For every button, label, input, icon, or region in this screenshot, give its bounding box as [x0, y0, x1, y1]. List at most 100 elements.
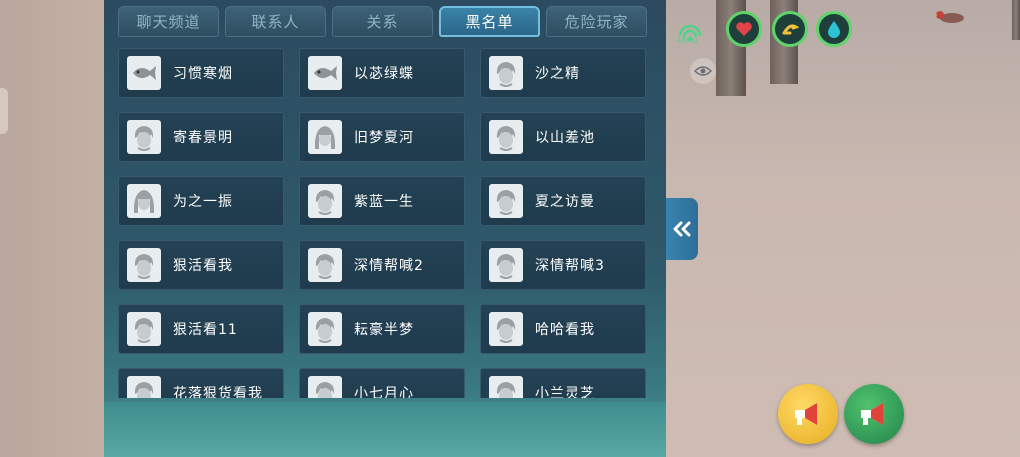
- player-name: 紫蓝一生: [354, 194, 414, 210]
- collapse-panel-button[interactable]: [666, 198, 698, 260]
- blacklist-entry[interactable]: 为之一振: [118, 176, 284, 226]
- tab-blacklist[interactable]: 黑名单: [439, 6, 540, 37]
- blacklist-entry[interactable]: 狠活看我: [118, 240, 284, 290]
- fish-avatar-icon: [314, 66, 337, 80]
- blacklist-entry[interactable]: 习惯寒烟: [118, 48, 284, 98]
- player-name: 为之一振: [173, 194, 233, 210]
- player-name: 旧梦夏河: [354, 130, 414, 146]
- heart-icon: [736, 22, 752, 36]
- blacklist-entry[interactable]: 小七月心: [299, 368, 465, 398]
- blacklist-entry[interactable]: 花落狠货看我: [118, 368, 284, 398]
- tab-chat-channel[interactable]: 聊天频道: [118, 6, 219, 37]
- player-name: 习惯寒烟: [173, 66, 233, 82]
- blacklist-entry[interactable]: 寄春景明: [118, 112, 284, 162]
- player-name: 以苾绿蝶: [354, 66, 414, 82]
- avatar: [489, 312, 523, 346]
- player-name: 以山差池: [535, 130, 595, 146]
- bird-icon: [934, 11, 964, 23]
- avatar: [489, 56, 523, 90]
- megaphone-green-icon: [861, 403, 883, 425]
- avatar: [489, 184, 523, 218]
- blacklist-entry[interactable]: 以山差池: [480, 112, 646, 162]
- boy-avatar-icon: [315, 190, 335, 215]
- tab-bar: 聊天频道 联系人 关系 黑名单 危险玩家: [118, 6, 647, 37]
- boy-avatar-icon: [134, 126, 154, 151]
- blacklist-entry[interactable]: 深情帮喊2: [299, 240, 465, 290]
- avatar: [308, 120, 342, 154]
- blacklist-list[interactable]: 习惯寒烟 以苾绿蝶 沙之精 寄春景明 旧梦夏河 以山差池 为之一振 紫蓝一生 夏…: [118, 46, 650, 398]
- player-name: 沙之精: [535, 66, 580, 82]
- blacklist-entry[interactable]: 夏之访曼: [480, 176, 646, 226]
- avatar: [127, 376, 161, 398]
- avatar: [308, 376, 342, 398]
- stamina-status[interactable]: [772, 11, 808, 47]
- player-name: 深情帮喊2: [354, 258, 424, 274]
- blacklist-entry[interactable]: 耘豪半梦: [299, 304, 465, 354]
- blacklist-entry[interactable]: 小兰灵芝: [480, 368, 646, 398]
- avatar: [127, 56, 161, 90]
- boy-avatar-icon: [496, 62, 516, 87]
- boy-avatar-icon: [134, 382, 154, 398]
- avatar: [308, 248, 342, 282]
- blacklist-entry[interactable]: 深情帮喊3: [480, 240, 646, 290]
- player-name: 夏之访曼: [535, 194, 595, 210]
- blacklist-entry[interactable]: 哈哈看我: [480, 304, 646, 354]
- megaphone-green-button[interactable]: [844, 384, 904, 444]
- megaphone-yellow-button[interactable]: [778, 384, 838, 444]
- boy-avatar-icon: [315, 382, 335, 398]
- player-name: 深情帮喊3: [535, 258, 605, 274]
- blacklist-entry[interactable]: 狠活看11: [118, 304, 284, 354]
- avatar: [308, 184, 342, 218]
- boy-avatar-icon: [134, 254, 154, 279]
- player-name: 小七月心: [354, 386, 414, 398]
- social-panel: 聊天频道 联系人 关系 黑名单 危险玩家 习惯寒烟 以苾绿蝶 沙之精 寄春景明 …: [104, 0, 666, 457]
- tab-dangerous-players[interactable]: 危险玩家: [546, 6, 647, 37]
- boy-avatar-icon: [496, 382, 516, 398]
- boy-avatar-icon: [315, 254, 335, 279]
- boy-avatar-icon: [496, 190, 516, 215]
- girl-avatar-icon: [133, 190, 155, 213]
- blacklist-entry[interactable]: 沙之精: [480, 48, 646, 98]
- visibility-toggle[interactable]: [690, 58, 716, 84]
- player-name: 狠活看我: [173, 258, 233, 274]
- girl-avatar-icon: [314, 126, 336, 149]
- double-chevron-left-icon: [673, 221, 691, 237]
- blacklist-entry[interactable]: 以苾绿蝶: [299, 48, 465, 98]
- game-scene-left: [0, 0, 104, 457]
- boy-avatar-icon: [496, 126, 516, 151]
- side-tab[interactable]: [0, 88, 8, 134]
- blacklist-entry[interactable]: 旧梦夏河: [299, 112, 465, 162]
- boy-avatar-icon: [496, 254, 516, 279]
- stamina-icon: [782, 24, 799, 35]
- eye-icon: [694, 66, 712, 76]
- water-drop-icon: [828, 21, 840, 38]
- avatar: [489, 376, 523, 398]
- ping-label: 48ms: [676, 36, 699, 45]
- player-name: 小兰灵芝: [535, 386, 595, 398]
- avatar: [127, 312, 161, 346]
- player-name: 耘豪半梦: [354, 322, 414, 338]
- blacklist-grid: 习惯寒烟 以苾绿蝶 沙之精 寄春景明 旧梦夏河 以山差池 为之一振 紫蓝一生 夏…: [118, 46, 650, 398]
- tab-relations[interactable]: 关系: [332, 6, 433, 37]
- fish-avatar-icon: [133, 66, 156, 80]
- boy-avatar-icon: [496, 318, 516, 343]
- player-name: 寄春景明: [173, 130, 233, 146]
- boy-avatar-icon: [134, 318, 154, 343]
- panel-footer: [104, 402, 666, 457]
- player-name: 哈哈看我: [535, 322, 595, 338]
- tab-contacts[interactable]: 联系人: [225, 6, 326, 37]
- avatar: [308, 56, 342, 90]
- blacklist-entry[interactable]: 紫蓝一生: [299, 176, 465, 226]
- health-status[interactable]: [726, 11, 762, 47]
- megaphone-yellow-icon: [795, 403, 817, 425]
- water-status[interactable]: [816, 11, 852, 47]
- avatar: [308, 312, 342, 346]
- avatar: [127, 248, 161, 282]
- avatar: [489, 120, 523, 154]
- tree-trunk: [1012, 0, 1020, 40]
- boy-avatar-icon: [315, 318, 335, 343]
- avatar: [127, 184, 161, 218]
- player-name: 花落狠货看我: [173, 386, 263, 398]
- player-name: 狠活看11: [173, 322, 238, 338]
- avatar: [127, 120, 161, 154]
